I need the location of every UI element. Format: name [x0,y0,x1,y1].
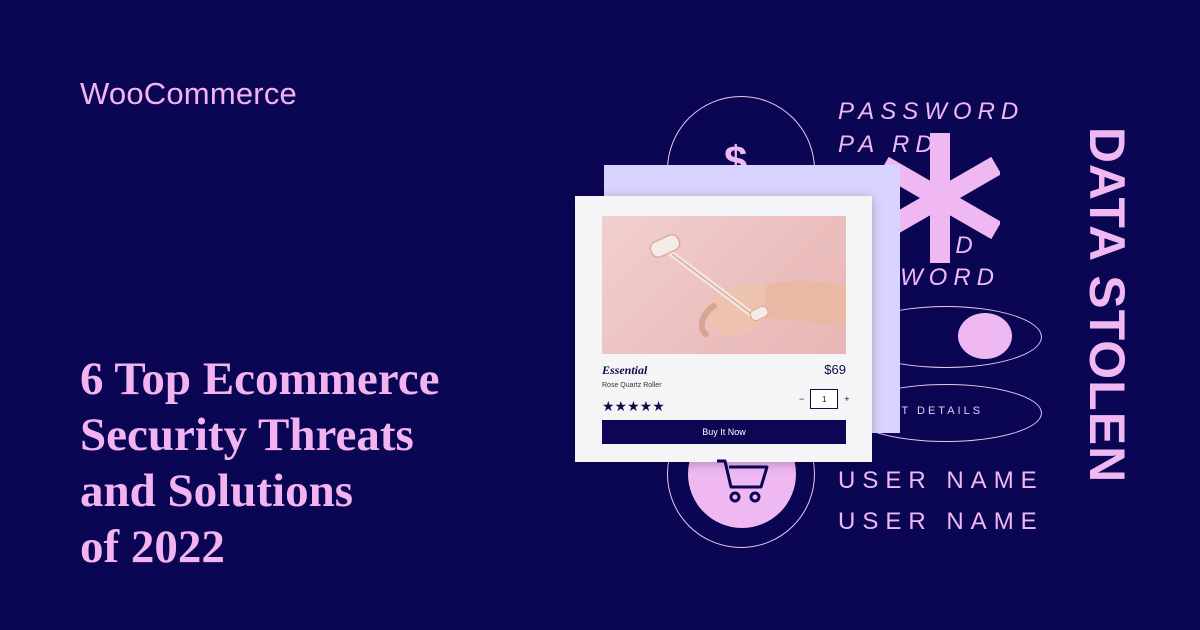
page-title: 6 Top Ecommerce Security Threats and Sol… [80,351,550,575]
hand-holding-roller-image [649,233,846,337]
username-word: USER NAME [838,508,1044,535]
title-line: of 2022 [80,521,225,573]
brand-logo-text: WooCommerce [80,76,297,111]
product-subtitle: Rose Quartz Roller [602,382,662,389]
product-name: Essential [602,363,648,377]
buy-now-button[interactable]: Buy It Now [602,420,846,444]
product-price: $69 [824,362,846,377]
pink-circle [958,313,1012,359]
quantity-stepper[interactable]: − 1 + [799,389,850,409]
title-line: Security Threats [80,409,414,461]
username-word: USER NAME [838,467,1044,494]
data-stolen-vertical: DATA STOLEN [1070,95,1140,525]
title-line: 6 Top Ecommerce [80,353,440,405]
quantity-field[interactable]: 1 [810,389,839,409]
shopping-cart-icon [717,459,769,503]
star-rating: ★★★★★ [602,398,665,414]
minus-icon[interactable]: − [799,394,804,404]
data-stolen-text: DATA STOLEN [1079,126,1135,484]
product-photo [602,216,846,354]
plus-icon[interactable]: + [844,394,849,404]
title-line: and Solutions [80,465,354,517]
product-card: Essential $69 Rose Quartz Roller ★★★★★ −… [575,196,872,462]
password-word: PASSWORD [838,98,1025,125]
